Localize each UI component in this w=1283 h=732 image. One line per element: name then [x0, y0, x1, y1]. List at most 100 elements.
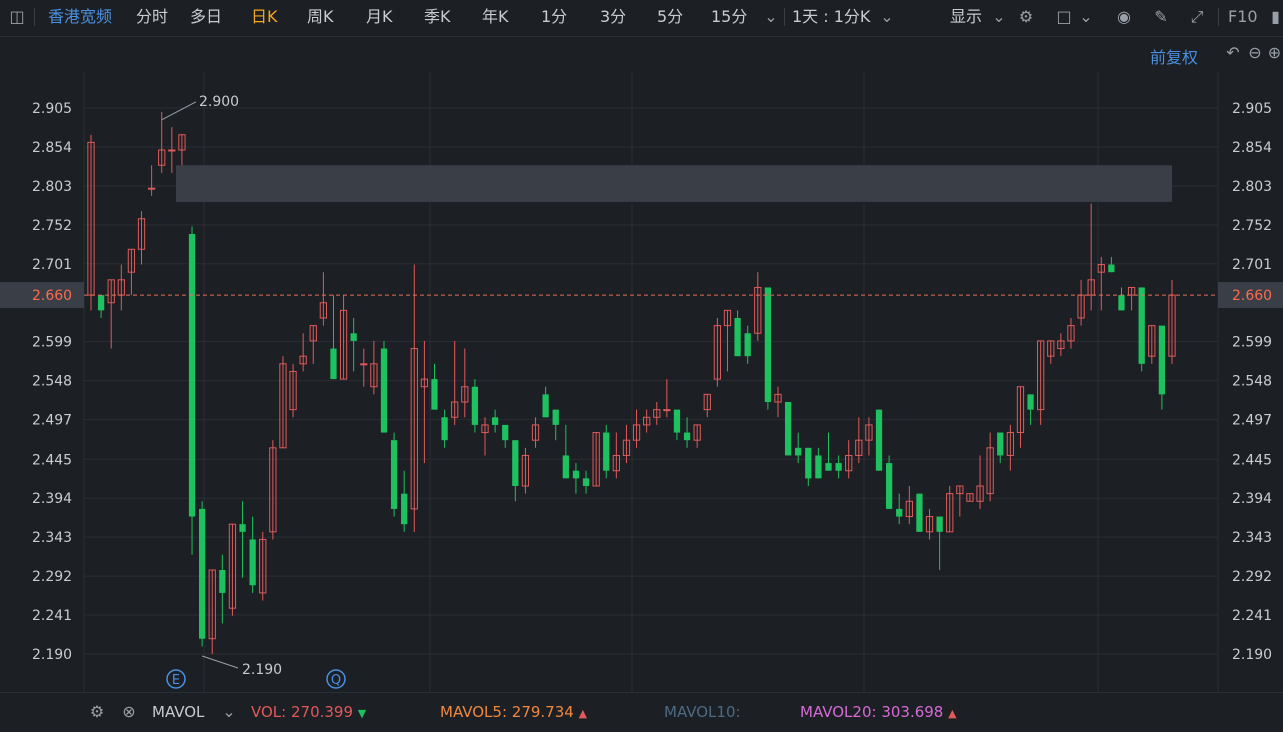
camera-icon[interactable]: ◉: [1113, 6, 1135, 28]
candle-body[interactable]: [441, 417, 448, 441]
indicator-mavol10: MAVOL10:: [664, 703, 741, 721]
candle-body[interactable]: [390, 440, 398, 509]
candle-body[interactable]: [997, 432, 1004, 456]
candle-body[interactable]: [502, 424, 509, 441]
fullscreen-icon[interactable]: ⤢: [1186, 6, 1208, 28]
candle-body[interactable]: [219, 570, 226, 593]
y-tick-label-right: 2.854: [1232, 140, 1272, 156]
candle-body[interactable]: [471, 386, 479, 425]
y-tick-label-right: 2.241: [1232, 608, 1272, 624]
high-annotation: 2.900: [199, 94, 239, 110]
candle-body[interactable]: [795, 447, 802, 456]
candle-body[interactable]: [734, 318, 741, 357]
f10-button[interactable]: F10: [1228, 6, 1258, 28]
candle-body[interactable]: [835, 463, 842, 471]
gear-icon[interactable]: ⚙: [86, 701, 108, 723]
candle-body[interactable]: [885, 463, 893, 509]
candle-body[interactable]: [239, 524, 246, 532]
y-tick-label-left: 2.292: [32, 569, 72, 585]
pencil-icon[interactable]: ✎: [1150, 6, 1172, 28]
candle-body[interactable]: [97, 295, 105, 311]
candle-body[interactable]: [350, 333, 357, 341]
indicator-name[interactable]: MAVOL: [152, 703, 204, 721]
interval-select[interactable]: 1天 : 1分K: [792, 6, 870, 28]
candle-body[interactable]: [875, 409, 883, 471]
tab-period-0[interactable]: 分时: [136, 6, 168, 28]
candle-body[interactable]: [815, 455, 822, 479]
candle-body[interactable]: [764, 287, 772, 402]
candle-body[interactable]: [360, 363, 368, 366]
panel-icon[interactable]: ▮: [1268, 6, 1283, 28]
undo-icon[interactable]: ↶: [1222, 42, 1244, 64]
y-tick-label-right: 2.292: [1232, 569, 1272, 585]
candle-body[interactable]: [330, 348, 337, 380]
tab-period-9[interactable]: 5分: [657, 6, 683, 28]
y-tick-label-left: 2.803: [32, 179, 72, 195]
tab-period-3[interactable]: 周K: [307, 6, 334, 28]
chevron-down-icon[interactable]: ⌄: [876, 6, 898, 28]
candle-body[interactable]: [512, 440, 519, 486]
candle-body[interactable]: [896, 508, 903, 517]
candle-body[interactable]: [380, 348, 388, 433]
candle-body[interactable]: [1138, 287, 1145, 364]
candlestick-chart[interactable]: 2.905 2.905 2.854 2.854 2.803 2.803 2.752 2.752…: [0, 72, 1283, 692]
candle-body[interactable]: [784, 402, 792, 456]
candle-body[interactable]: [1027, 394, 1034, 410]
close-icon[interactable]: ⊗: [118, 701, 140, 723]
candle-body[interactable]: [401, 493, 408, 525]
zoom-out-icon[interactable]: ⊖: [1244, 42, 1266, 64]
y-tick-label-right: 2.190: [1232, 647, 1272, 663]
chevron-down-icon[interactable]: ⌄: [1075, 6, 1097, 28]
candle-body[interactable]: [805, 447, 812, 479]
toolbar-divider: [34, 8, 35, 26]
candle-body[interactable]: [188, 234, 196, 517]
candle-body[interactable]: [673, 409, 681, 433]
candle-body[interactable]: [1108, 264, 1115, 273]
y-tick-label-right: 2.548: [1232, 374, 1272, 390]
candle-body[interactable]: [431, 379, 438, 410]
tab-period-6[interactable]: 年K: [482, 6, 509, 28]
candle-body[interactable]: [542, 394, 549, 418]
chevron-down-icon[interactable]: ⌄: [988, 6, 1010, 28]
adjust-select[interactable]: 前复权: [1150, 44, 1198, 68]
zoom-in-icon[interactable]: ⊕: [1266, 42, 1283, 64]
stock-name[interactable]: 香港宽频: [48, 6, 112, 28]
current-price-label-left: 2.660: [32, 288, 72, 304]
tab-period-4[interactable]: 月K: [366, 6, 393, 28]
candle-body[interactable]: [1158, 325, 1166, 395]
tab-period-5[interactable]: 季K: [424, 6, 451, 28]
tab-period-7[interactable]: 1分: [541, 6, 567, 28]
candle-body[interactable]: [744, 333, 751, 357]
square-icon[interactable]: □: [1053, 6, 1075, 28]
chevron-down-icon[interactable]: ⌄: [760, 6, 782, 28]
candle-body[interactable]: [603, 432, 610, 471]
y-tick-label-right: 2.803: [1232, 179, 1272, 195]
subbar: 前复权 ↶ ⊖ ⊕: [0, 36, 1283, 72]
y-tick-label-left: 2.241: [32, 608, 72, 624]
y-tick-label-left: 2.905: [32, 101, 72, 117]
candle-body[interactable]: [198, 508, 206, 639]
tab-period-1[interactable]: 多日: [190, 6, 222, 28]
candle-body[interactable]: [562, 455, 569, 479]
chevron-down-icon[interactable]: ⌄: [218, 701, 240, 723]
y-tick-label-right: 2.752: [1232, 218, 1272, 234]
candle-body[interactable]: [1118, 295, 1125, 311]
candle-body[interactable]: [572, 470, 580, 479]
tab-period-8[interactable]: 3分: [600, 6, 626, 28]
candle-body[interactable]: [825, 463, 832, 471]
candle-body[interactable]: [168, 149, 176, 152]
tab-period-2[interactable]: 日K: [251, 6, 278, 28]
candle-body[interactable]: [582, 478, 590, 486]
candle-body[interactable]: [663, 409, 671, 412]
candle-body[interactable]: [936, 516, 943, 532]
candle-body[interactable]: [916, 493, 923, 532]
display-menu[interactable]: 显示: [950, 6, 982, 28]
sidebar-toggle-icon[interactable]: ◫: [6, 6, 28, 28]
candle-body[interactable]: [249, 539, 256, 586]
candle-body[interactable]: [147, 187, 156, 190]
candle-body[interactable]: [491, 417, 499, 425]
tab-period-10[interactable]: 15分: [711, 6, 747, 28]
candle-body[interactable]: [552, 409, 559, 425]
gear-icon[interactable]: ⚙: [1015, 6, 1037, 28]
candle-body[interactable]: [683, 432, 691, 441]
